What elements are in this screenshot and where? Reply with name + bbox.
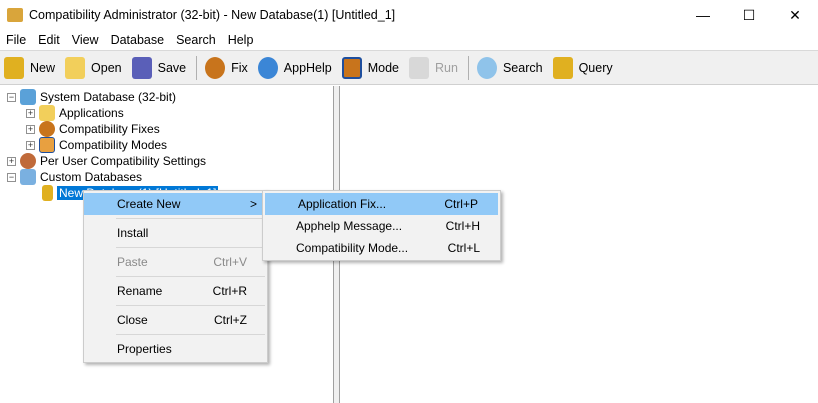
label: Create New: [117, 197, 181, 211]
apphelp-button[interactable]: AppHelp: [257, 56, 332, 79]
label: Application Fix...: [298, 197, 387, 211]
menu-bar: File Edit View Database Search Help: [0, 30, 259, 50]
query-label: Query: [578, 60, 613, 75]
menu-database[interactable]: Database: [105, 33, 171, 47]
menu-item-application-fix[interactable]: Application Fix... Ctrl+P: [265, 193, 498, 215]
mode-label: Mode: [367, 60, 400, 75]
computer-icon: [20, 89, 36, 105]
node-label: Per User Compatibility Settings: [40, 154, 207, 168]
users-icon: [20, 153, 36, 169]
collapse-icon[interactable]: −: [7, 92, 16, 102]
magnifier-icon: [476, 56, 497, 79]
mode-window-icon: [341, 56, 362, 79]
fix-label: Fix: [231, 60, 248, 75]
menu-separator: [116, 276, 265, 277]
tree-node-applications[interactable]: + Applications: [26, 105, 124, 121]
menu-separator: [116, 334, 265, 335]
gear-icon: [39, 121, 55, 137]
mode-button[interactable]: Mode: [341, 56, 400, 79]
toolbar-separator: [467, 55, 469, 80]
tree-node-compatibility-modes[interactable]: + Compatibility Modes: [26, 137, 167, 153]
fix-button[interactable]: Fix: [205, 56, 248, 79]
run-icon: [409, 56, 430, 79]
label: Apphelp Message...: [296, 219, 403, 233]
label: Close: [117, 313, 148, 327]
search-label: Search: [502, 60, 543, 75]
info-icon: [257, 56, 278, 79]
expand-icon[interactable]: +: [26, 108, 35, 118]
node-label: System Database (32-bit): [40, 90, 177, 104]
label: Properties: [117, 342, 172, 356]
menu-item-install[interactable]: Install: [84, 222, 267, 244]
create-new-submenu: Application Fix... Ctrl+P Apphelp Message…: [262, 190, 501, 261]
tree-node-system-database[interactable]: − System Database (32-bit): [7, 89, 176, 105]
new-label: New: [30, 60, 56, 75]
app-icon: [7, 8, 23, 22]
database-icon: [42, 185, 53, 201]
menu-separator: [116, 305, 265, 306]
menu-item-apphelp-message[interactable]: Apphelp Message... Ctrl+H: [263, 215, 500, 237]
expand-icon[interactable]: +: [7, 156, 16, 166]
label: Paste: [117, 255, 148, 269]
menu-view[interactable]: View: [66, 33, 105, 47]
toolbar-separator: [196, 55, 198, 80]
expand-icon[interactable]: +: [26, 124, 35, 134]
save-button[interactable]: Save: [131, 56, 187, 79]
shortcut: Ctrl+P: [444, 197, 478, 211]
shortcut: Ctrl+R: [212, 284, 247, 298]
collapse-icon[interactable]: −: [7, 172, 16, 182]
close-button[interactable]: ✕: [772, 0, 818, 30]
run-label: Run: [435, 60, 458, 75]
run-button[interactable]: Run: [409, 56, 458, 79]
shortcut: Ctrl+L: [447, 241, 480, 255]
menu-item-paste[interactable]: Paste Ctrl+V: [84, 251, 267, 273]
menu-item-create-new[interactable]: Create New >: [84, 193, 267, 215]
label: Install: [117, 226, 149, 240]
minimize-button[interactable]: —: [680, 0, 726, 30]
computer-icon: [20, 169, 36, 185]
label: Compatibility Mode...: [296, 241, 409, 255]
open-button[interactable]: Open: [65, 56, 122, 79]
floppy-disk-icon: [131, 56, 152, 79]
database-icon: [4, 56, 24, 79]
query-database-icon: [552, 56, 573, 79]
mode-window-icon: [39, 137, 55, 153]
folder-icon: [39, 105, 55, 121]
menu-file[interactable]: File: [0, 33, 32, 47]
query-button[interactable]: Query: [552, 56, 613, 79]
menu-item-rename[interactable]: Rename Ctrl+R: [84, 280, 267, 302]
search-button[interactable]: Search: [476, 56, 543, 79]
menu-separator: [116, 247, 265, 248]
window-title: Compatibility Administrator (32-bit) - N…: [29, 8, 396, 22]
menu-item-compatibility-mode[interactable]: Compatibility Mode... Ctrl+L: [263, 237, 500, 259]
folder-open-icon: [65, 56, 86, 79]
context-menu: Create New > Install Paste Ctrl+V Rename Ct…: [83, 190, 268, 363]
menu-separator: [116, 218, 265, 219]
save-label: Save: [157, 60, 187, 75]
toolbar: New Open Save Fix AppHelp Mode Run Searc…: [0, 50, 818, 85]
node-label: Compatibility Fixes: [59, 122, 160, 136]
tree-node-custom-databases[interactable]: − Custom Databases: [7, 169, 142, 185]
chevron-right-icon: >: [249, 197, 257, 211]
open-label: Open: [91, 60, 122, 75]
shortcut: Ctrl+H: [445, 219, 480, 233]
shortcut: Ctrl+V: [213, 255, 247, 269]
node-label: Custom Databases: [40, 170, 143, 184]
maximize-button[interactable]: ☐: [726, 0, 772, 30]
node-label: Applications: [59, 106, 124, 120]
shortcut: Ctrl+Z: [214, 313, 247, 327]
tree-node-per-user-settings[interactable]: + Per User Compatibility Settings: [7, 153, 206, 169]
node-label: Compatibility Modes: [59, 138, 168, 152]
apphelp-label: AppHelp: [283, 60, 332, 75]
menu-item-close[interactable]: Close Ctrl+Z: [84, 309, 267, 331]
new-button[interactable]: New: [4, 56, 56, 79]
gear-icon: [205, 56, 226, 79]
menu-help[interactable]: Help: [222, 33, 260, 47]
label: Rename: [117, 284, 163, 298]
expand-icon[interactable]: +: [26, 140, 35, 150]
menu-edit[interactable]: Edit: [32, 33, 66, 47]
menu-search[interactable]: Search: [170, 33, 222, 47]
menu-item-properties[interactable]: Properties: [84, 338, 267, 360]
tree-node-compatibility-fixes[interactable]: + Compatibility Fixes: [26, 121, 160, 137]
